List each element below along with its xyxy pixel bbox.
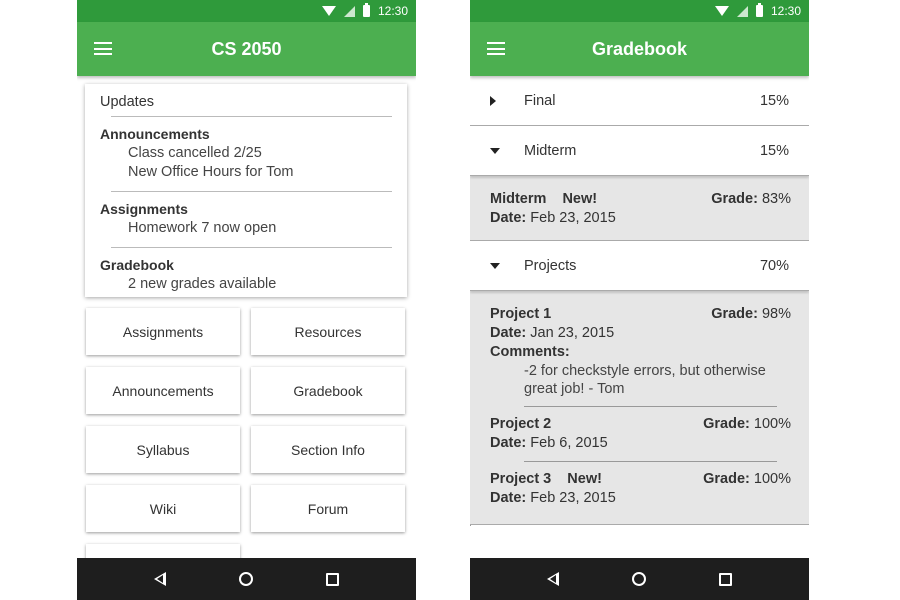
midterm-detail: Midterm New! Grade: 83% Date: Feb 23, 20…	[470, 176, 809, 241]
announcements-button[interactable]: Announcements	[86, 367, 240, 414]
forum-button[interactable]: Forum	[251, 485, 405, 532]
item-name: Project 3	[490, 471, 552, 487]
update-item[interactable]: 2 new grades available	[100, 275, 407, 294]
grade-item-midterm[interactable]: Midterm New! Grade: 83%	[490, 190, 791, 209]
section-heading: Announcements	[100, 126, 210, 142]
updates-section-gradebook[interactable]: Gradebook 2 new grades available	[100, 256, 407, 294]
projects-detail: Project 1 Grade: 98% Date: Jan 23, 2015 …	[470, 291, 809, 525]
category-weight: 15%	[759, 92, 789, 109]
divider	[524, 406, 777, 407]
gradebook-button[interactable]: Gradebook	[251, 367, 405, 414]
back-icon[interactable]	[546, 572, 559, 586]
signal-icon	[343, 5, 355, 17]
status-bar: 12:30	[470, 0, 809, 22]
gradebook-list: Final 15% Midterm 15% Midterm New! Grade…	[470, 76, 809, 525]
divider	[111, 247, 392, 248]
comments-label: Comments:	[490, 344, 570, 360]
date-value: Jan 23, 2015	[530, 325, 615, 341]
back-icon[interactable]	[153, 572, 166, 586]
gradebook-screen: 12:30 Gradebook Final 15% Midterm 15% Mi…	[470, 0, 809, 600]
home-icon[interactable]	[238, 572, 253, 586]
divider	[111, 191, 392, 192]
date-value: Feb 23, 2015	[530, 210, 616, 226]
update-item[interactable]: Class cancelled 2/25	[100, 144, 407, 163]
system-nav-bar	[77, 558, 416, 600]
battery-icon	[362, 3, 370, 17]
status-bar: 12:30	[77, 0, 416, 22]
category-row-final[interactable]: Final 15%	[470, 76, 809, 126]
signal-icon	[736, 5, 748, 17]
grade-label: Grade:	[711, 306, 758, 322]
category-row-projects[interactable]: Projects 70%	[470, 241, 809, 291]
grade-item-project-3[interactable]: Project 3 New! Grade: 100% Date: Feb 23,…	[490, 470, 791, 508]
collapse-arrow-icon	[490, 147, 500, 154]
status-time: 12:30	[377, 4, 408, 18]
date-value: Feb 6, 2015	[530, 435, 608, 451]
section-heading: Assignments	[100, 201, 188, 217]
update-item[interactable]: New Office Hours for Tom	[100, 163, 407, 182]
date-label: Date:	[490, 325, 527, 341]
category-row-midterm[interactable]: Midterm 15%	[470, 126, 809, 176]
divider	[524, 461, 777, 462]
category-weight: 15%	[759, 142, 789, 159]
category-weight: 70%	[759, 257, 789, 274]
category-name: Final	[524, 92, 556, 109]
menu-icon[interactable]	[94, 42, 112, 55]
section-heading: Gradebook	[100, 257, 174, 273]
date-label: Date:	[490, 210, 527, 226]
date-value: Feb 23, 2015	[530, 490, 616, 506]
expand-arrow-icon	[490, 95, 496, 106]
update-item[interactable]: Homework 7 now open	[100, 219, 407, 238]
grade-label: Grade:	[703, 471, 750, 487]
page-title: Gradebook	[591, 38, 688, 59]
section-info-button[interactable]: Section Info	[251, 426, 405, 473]
course-home-screen: 12:30 CS 2050 Updates Announcements Clas…	[77, 0, 416, 600]
wifi-icon	[321, 6, 336, 16]
grade-label: Grade:	[711, 191, 758, 207]
item-name: Midterm	[490, 191, 547, 207]
grade-value: 98%	[761, 306, 791, 322]
category-name: Midterm	[524, 142, 577, 159]
grade-value: 100%	[753, 416, 791, 432]
new-badge: New!	[567, 471, 602, 487]
syllabus-button[interactable]: Syllabus	[86, 426, 240, 473]
item-name: Project 1	[490, 306, 552, 322]
resources-button[interactable]: Resources	[251, 308, 405, 355]
comment-text: -2 for checkstyle errors, but otherwise	[524, 363, 766, 379]
date-label: Date:	[490, 435, 527, 451]
grade-value: 100%	[753, 471, 791, 487]
updates-title: Updates	[100, 94, 155, 110]
collapse-arrow-icon	[490, 262, 500, 269]
grade-item-project-1[interactable]: Project 1 Grade: 98% Date: Jan 23, 2015 …	[490, 305, 791, 398]
status-time: 12:30	[770, 4, 801, 18]
updates-section-announcements[interactable]: Announcements Class cancelled 2/25 New O…	[100, 125, 407, 182]
grade-label: Grade:	[703, 416, 750, 432]
wiki-button[interactable]: Wiki	[86, 485, 240, 532]
recents-icon[interactable]	[326, 572, 340, 586]
app-bar: Gradebook	[470, 22, 809, 76]
grade-item-project-2[interactable]: Project 2 Grade: 100% Date: Feb 6, 2015	[490, 415, 791, 453]
divider	[111, 116, 392, 117]
item-name: Project 2	[490, 416, 552, 432]
menu-icon[interactable]	[487, 42, 505, 55]
comment-text: great job! - Tom	[524, 381, 625, 397]
battery-icon	[755, 3, 763, 17]
assignments-button[interactable]: Assignments	[86, 308, 240, 355]
new-badge: New!	[562, 191, 598, 207]
recents-icon[interactable]	[719, 572, 733, 586]
category-name: Projects	[524, 257, 577, 274]
app-bar: CS 2050	[77, 22, 416, 76]
system-nav-bar	[470, 558, 809, 600]
updates-card: Updates Announcements Class cancelled 2/…	[85, 84, 407, 297]
home-icon[interactable]	[631, 572, 646, 586]
updates-section-assignments[interactable]: Assignments Homework 7 now open	[100, 200, 407, 238]
grade-value: 83%	[761, 191, 791, 207]
page-title: CS 2050	[211, 38, 282, 59]
date-label: Date:	[490, 490, 527, 506]
wifi-icon	[714, 6, 729, 16]
